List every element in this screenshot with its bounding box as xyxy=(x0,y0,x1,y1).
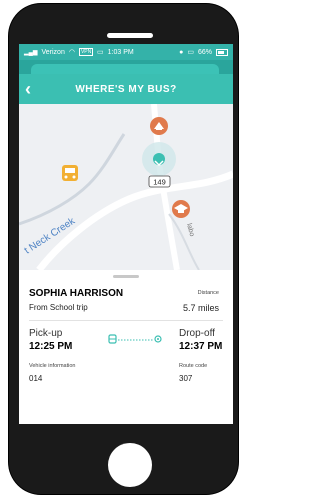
pickup-time: 12:25 PM xyxy=(29,341,73,352)
screen-icon: ▭ xyxy=(97,49,104,56)
distance-label: Distance xyxy=(197,290,219,296)
map-canvas: 149 t Neck Creek labo xyxy=(19,104,233,270)
dropoff-label: Drop-off xyxy=(179,328,215,339)
location-pin-icon xyxy=(154,335,162,343)
earpiece-speaker xyxy=(107,33,153,38)
battery-icon xyxy=(216,48,228,56)
cast-icon: ▭ xyxy=(187,49,194,56)
battery-percent: 66% xyxy=(197,48,212,56)
dropoff-time: 12:37 PM xyxy=(179,341,223,352)
trip-type: From School trip xyxy=(29,303,88,312)
stop-dot xyxy=(153,153,165,165)
page-title: WHERE'S MY BUS? xyxy=(75,83,177,95)
trip-details-sheet: SOPHIA HARRISON From School trip Distanc… xyxy=(19,270,233,424)
route-code-value: 307 xyxy=(179,374,193,383)
vpn-badge: VPN xyxy=(78,48,94,56)
drag-handle[interactable] xyxy=(113,275,139,278)
distance-value: 5.7 miles xyxy=(182,303,219,313)
carrier-label: Verizon xyxy=(41,48,65,56)
alarm-icon: ● xyxy=(179,48,184,56)
route-progress-line xyxy=(108,334,162,344)
school-marker-icon[interactable] xyxy=(150,117,168,135)
back-chevron-icon[interactable]: ‹ xyxy=(25,80,41,98)
home-button[interactable] xyxy=(108,443,152,487)
road-number-label: 149 xyxy=(153,178,166,187)
status-time: 1:03 PM xyxy=(107,48,134,56)
wifi-icon: ◠ xyxy=(68,49,75,56)
divider xyxy=(29,320,223,321)
vehicle-value: 014 xyxy=(29,374,43,383)
app-header: ‹ WHERE'S MY BUS? xyxy=(19,74,233,104)
signal-icon: ▂▄▆ xyxy=(24,49,38,56)
student-name: SOPHIA HARRISON xyxy=(29,288,124,299)
bus-marker-icon[interactable] xyxy=(62,165,78,181)
pickup-label: Pick-up xyxy=(29,328,63,339)
status-bar: ▂▄▆ Verizon ◠ VPN ▭ 1:03 PM ● ▭ 66% xyxy=(19,44,233,60)
map-view[interactable]: 149 t Neck Creek labo xyxy=(19,104,233,270)
vehicle-label: Vehicle information xyxy=(29,363,76,369)
graduation-cap-marker-icon[interactable] xyxy=(172,200,190,218)
top-strip xyxy=(19,60,233,76)
app-screen: ▂▄▆ Verizon ◠ VPN ▭ 1:03 PM ● ▭ 66% ‹ WH… xyxy=(19,44,233,424)
bus-small-icon xyxy=(108,334,117,344)
route-code-label: Route code xyxy=(179,363,208,369)
